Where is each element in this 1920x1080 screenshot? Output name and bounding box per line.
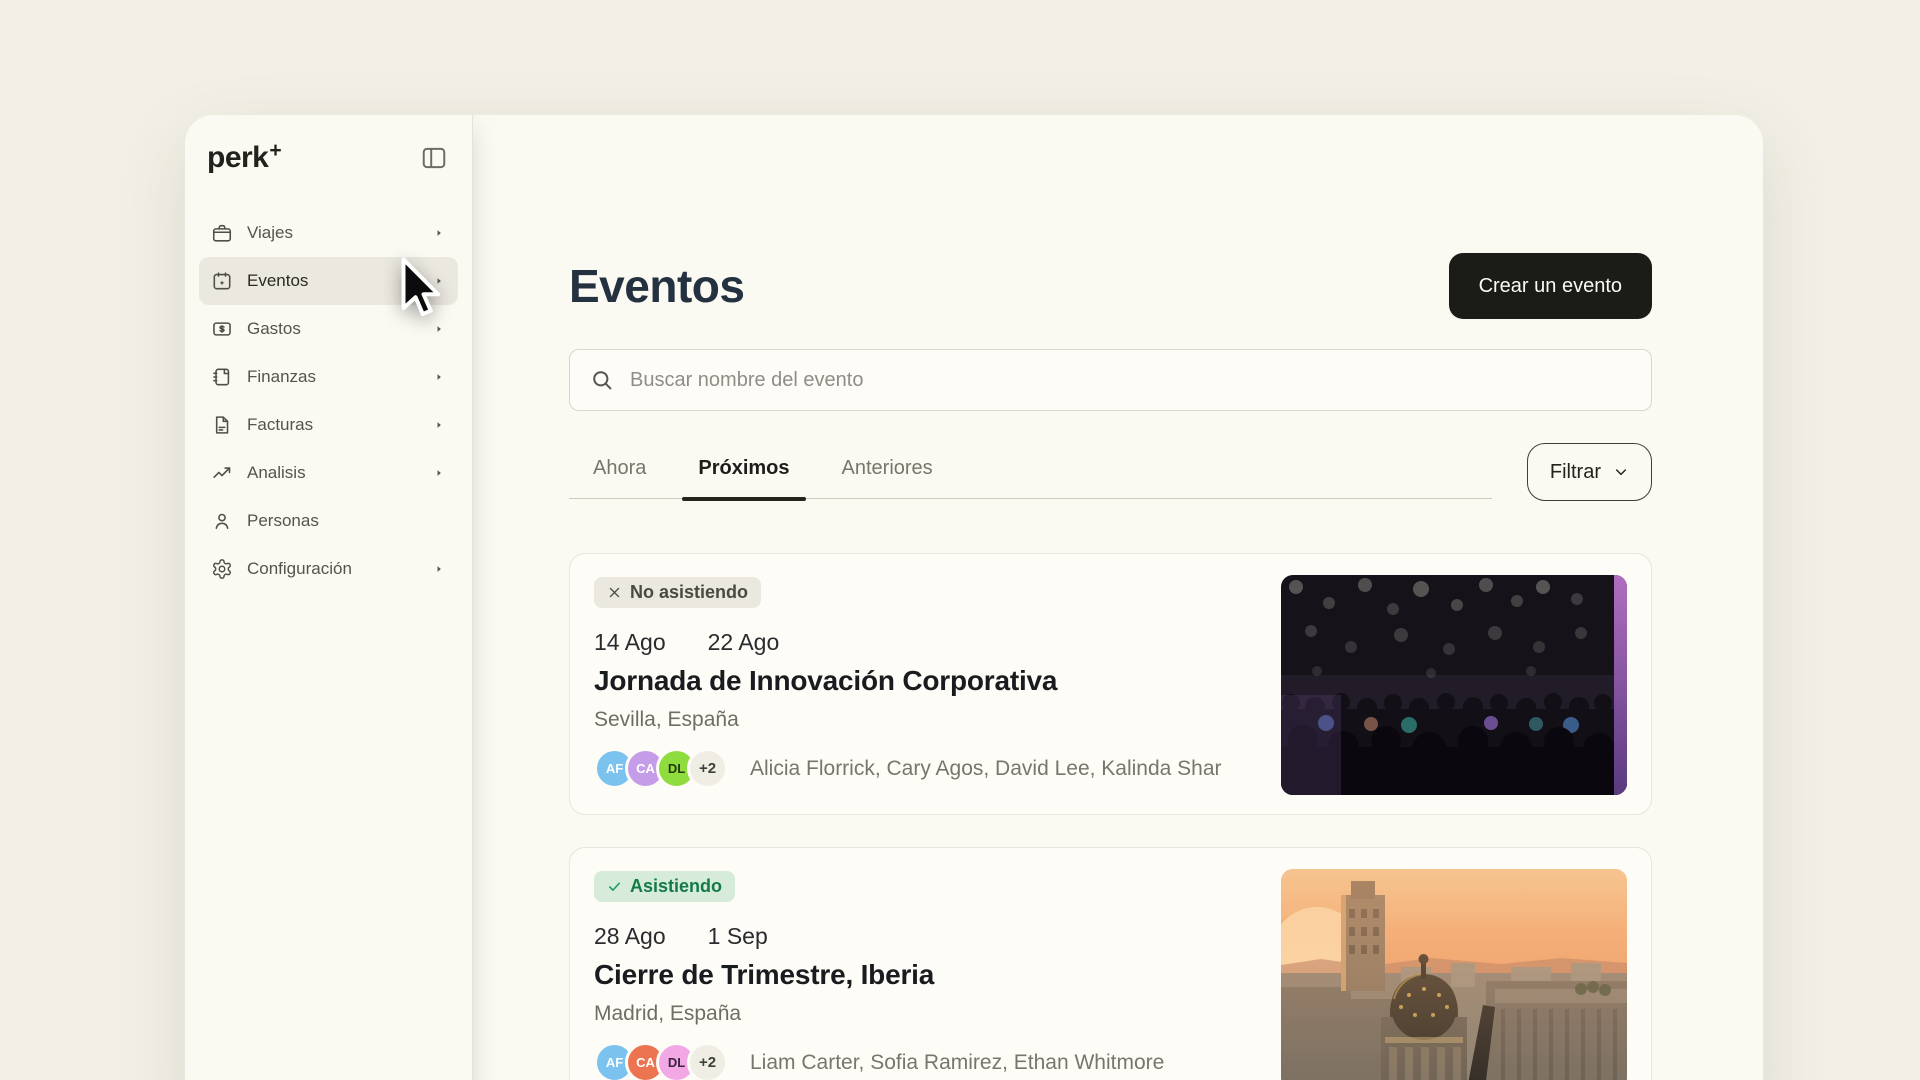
- briefcase-icon: [211, 222, 233, 244]
- sidebar-item-label: Finanzas: [247, 367, 420, 387]
- event-end-date: 1 Sep: [708, 923, 768, 950]
- filter-label: Filtrar: [1550, 461, 1601, 484]
- page-header: Eventos Crear un evento: [569, 253, 1652, 319]
- trend-icon: [211, 462, 233, 484]
- person-icon: [211, 510, 233, 532]
- sidebar-item-label: Analisis: [247, 463, 420, 483]
- search-input[interactable]: [628, 368, 1631, 393]
- sidebar-item-personas[interactable]: Personas: [199, 497, 458, 545]
- chevron-right-icon: [434, 420, 444, 430]
- status-badge: Asistiendo: [594, 871, 735, 902]
- sidebar-item-label: Personas: [247, 511, 420, 531]
- status-label: No asistiendo: [630, 582, 748, 603]
- event-start-date: 28 Ago: [594, 923, 666, 950]
- avatar-overflow-count: +2: [687, 748, 728, 789]
- chevron-right-icon: [434, 228, 444, 238]
- sidebar-item-configuracion[interactable]: Configuración: [199, 545, 458, 593]
- sidebar-header: perk+: [185, 115, 472, 175]
- status-label: Asistiendo: [630, 876, 722, 897]
- event-card[interactable]: Asistiendo 28 Ago 1 Sep Cierre de Trimes…: [569, 847, 1652, 1080]
- banknote-icon: [211, 318, 233, 340]
- sidebar-nav: Viajes Eventos Gastos Finanzas Facturas …: [185, 209, 472, 593]
- ledger-icon: [211, 366, 233, 388]
- attendee-names: Alicia Florrick, Cary Agos, David Lee, K…: [750, 757, 1222, 781]
- sidebar-item-label: Configuración: [247, 559, 420, 579]
- sidebar-item-facturas[interactable]: Facturas: [199, 401, 458, 449]
- attendee-names: Liam Carter, Sofia Ramirez, Ethan Whitmo…: [750, 1051, 1164, 1075]
- event-list: No asistiendo 14 Ago 22 Ago Jornada de I…: [569, 553, 1652, 1080]
- event-card[interactable]: No asistiendo 14 Ago 22 Ago Jornada de I…: [569, 553, 1652, 815]
- sidebar-item-analisis[interactable]: Analisis: [199, 449, 458, 497]
- tab-anteriores[interactable]: Anteriores: [842, 457, 933, 480]
- x-icon: [607, 585, 622, 600]
- search-icon: [590, 368, 614, 392]
- chevron-right-icon: [434, 564, 444, 574]
- logo-text: perk: [207, 141, 268, 174]
- filter-button[interactable]: Filtrar: [1527, 443, 1652, 501]
- app-container: perk+ Viajes Eventos Gastos Finanzas Fac…: [185, 115, 1763, 1080]
- event-end-date: 22 Ago: [708, 629, 780, 656]
- check-icon: [607, 879, 622, 894]
- madrid-skyline-image: [1281, 869, 1627, 1080]
- sidebar-item-label: Facturas: [247, 415, 420, 435]
- chevron-right-icon: [434, 276, 444, 286]
- chevron-right-icon: [434, 324, 444, 334]
- sidebar-item-viajes[interactable]: Viajes: [199, 209, 458, 257]
- sidebar-item-label: Gastos: [247, 319, 420, 339]
- tabs-row: Ahora Próximos Anteriores Filtrar: [569, 445, 1652, 501]
- tab-proximos[interactable]: Próximos: [698, 457, 789, 480]
- event-start-date: 14 Ago: [594, 629, 666, 656]
- search-bar: [569, 349, 1652, 411]
- page-title: Eventos: [569, 259, 744, 313]
- sidebar-item-gastos[interactable]: Gastos: [199, 305, 458, 353]
- chevron-right-icon: [434, 468, 444, 478]
- tab-ahora[interactable]: Ahora: [593, 457, 646, 480]
- chevron-right-icon: [434, 372, 444, 382]
- sidebar: perk+ Viajes Eventos Gastos Finanzas Fac…: [185, 115, 473, 1080]
- tabs: Ahora Próximos Anteriores: [569, 445, 1492, 499]
- sidebar-item-finanzas[interactable]: Finanzas: [199, 353, 458, 401]
- sidebar-item-label: Eventos: [247, 271, 420, 291]
- avatar-overflow-count: +2: [687, 1042, 728, 1080]
- invoice-icon: [211, 414, 233, 436]
- create-event-button[interactable]: Crear un evento: [1449, 253, 1652, 319]
- app-logo[interactable]: perk+: [207, 141, 280, 175]
- gear-icon: [211, 558, 233, 580]
- sidebar-toggle-button[interactable]: [420, 144, 448, 172]
- panel-toggle-icon: [420, 160, 448, 175]
- conference-audience-image: [1281, 575, 1627, 795]
- calendar-icon: [211, 270, 233, 292]
- chevron-down-icon: [1613, 464, 1629, 480]
- main-content: Eventos Crear un evento Ahora Próximos Ant…: [473, 115, 1763, 1080]
- sidebar-item-label: Viajes: [247, 223, 420, 243]
- sidebar-item-eventos[interactable]: Eventos: [199, 257, 458, 305]
- status-badge: No asistiendo: [594, 577, 761, 608]
- logo-plus: +: [269, 139, 281, 162]
- page-background: perk+ Viajes Eventos Gastos Finanzas Fac…: [0, 0, 1920, 1080]
